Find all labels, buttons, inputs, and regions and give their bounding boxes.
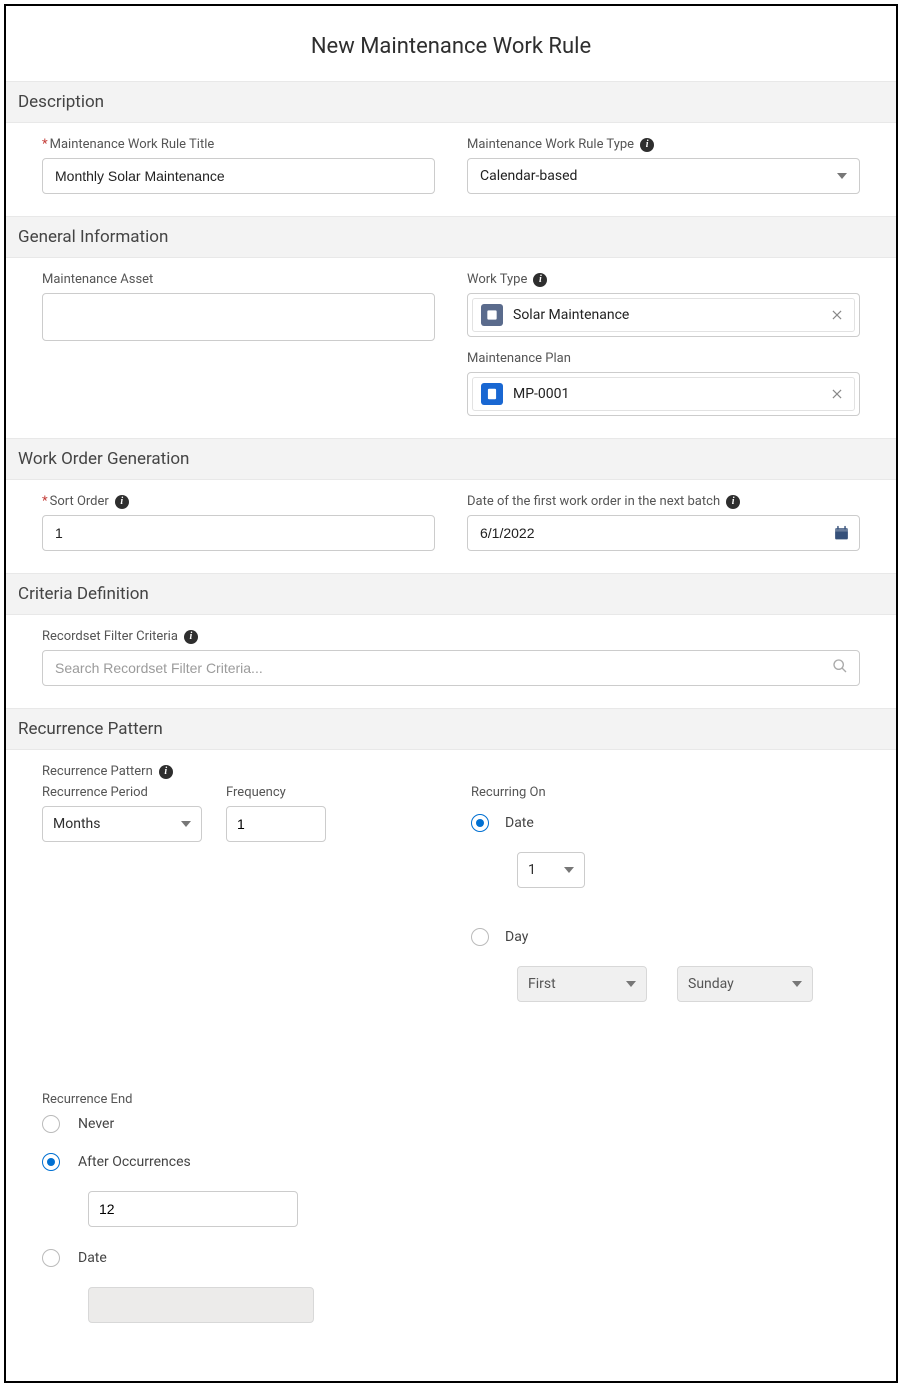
period-label: Recurrence Period bbox=[42, 785, 202, 800]
recurring-on-label: Recurring On bbox=[471, 785, 860, 800]
sortorder-input[interactable] bbox=[42, 515, 435, 551]
worktype-lookup[interactable]: Solar Maintenance bbox=[467, 293, 860, 337]
recurrence-end-label: Recurrence End bbox=[42, 1092, 860, 1107]
recurring-date-radio[interactable] bbox=[471, 814, 489, 832]
section-description-header: Description bbox=[6, 81, 896, 123]
recurring-day-label: Day bbox=[505, 929, 528, 945]
info-icon[interactable]: i bbox=[159, 765, 173, 779]
chevron-down-icon bbox=[792, 981, 802, 987]
recordset-search-input[interactable] bbox=[42, 650, 860, 686]
chevron-down-icon bbox=[564, 867, 574, 873]
sortorder-label: *Sort Order i bbox=[42, 494, 435, 509]
info-icon[interactable]: i bbox=[640, 138, 654, 152]
search-icon bbox=[832, 658, 848, 678]
section-recurrence-header: Recurrence Pattern bbox=[6, 708, 896, 750]
type-select[interactable]: Calendar-based bbox=[467, 158, 860, 194]
end-after-radio[interactable] bbox=[42, 1153, 60, 1171]
title-input[interactable] bbox=[42, 158, 435, 194]
recurrence-pattern-label: Recurrence Pattern i bbox=[42, 764, 860, 779]
recurring-day-radio[interactable] bbox=[471, 928, 489, 946]
section-general-header: General Information bbox=[6, 216, 896, 258]
firstdate-label: Date of the first work order in the next… bbox=[467, 494, 860, 509]
firstdate-input[interactable] bbox=[467, 515, 860, 551]
section-criteria-header: Criteria Definition bbox=[6, 573, 896, 615]
recurring-date-label: Date bbox=[505, 815, 534, 831]
remove-icon[interactable] bbox=[828, 306, 846, 324]
worktype-icon bbox=[481, 304, 503, 326]
end-after-label: After Occurrences bbox=[78, 1154, 191, 1170]
title-label: *Maintenance Work Rule Title bbox=[42, 137, 435, 152]
frequency-label: Frequency bbox=[226, 785, 326, 800]
end-date-radio[interactable] bbox=[42, 1249, 60, 1267]
calendar-icon[interactable] bbox=[833, 525, 850, 542]
worktype-label: Work Type i bbox=[467, 272, 860, 287]
page-title: New Maintenance Work Rule bbox=[6, 6, 896, 81]
plan-lookup[interactable]: MP-0001 bbox=[467, 372, 860, 416]
end-date-label: Date bbox=[78, 1250, 107, 1266]
info-icon[interactable]: i bbox=[184, 630, 198, 644]
section-workorder-header: Work Order Generation bbox=[6, 438, 896, 480]
type-label: Maintenance Work Rule Type i bbox=[467, 137, 860, 152]
plan-icon bbox=[481, 383, 503, 405]
plan-value: MP-0001 bbox=[513, 386, 818, 402]
chevron-down-icon bbox=[181, 821, 191, 827]
recordset-label: Recordset Filter Criteria i bbox=[42, 629, 860, 644]
period-select[interactable]: Months bbox=[42, 806, 202, 842]
recurring-date-select[interactable]: 1 bbox=[517, 852, 585, 888]
info-icon[interactable]: i bbox=[726, 495, 740, 509]
end-date-input[interactable] bbox=[88, 1287, 314, 1323]
info-icon[interactable]: i bbox=[115, 495, 129, 509]
remove-icon[interactable] bbox=[828, 385, 846, 403]
asset-label: Maintenance Asset bbox=[42, 272, 435, 287]
end-after-input[interactable] bbox=[88, 1191, 298, 1227]
frequency-input[interactable] bbox=[226, 806, 326, 842]
chevron-down-icon bbox=[626, 981, 636, 987]
asset-input[interactable] bbox=[42, 293, 435, 341]
day-ordinal-select[interactable]: First bbox=[517, 966, 647, 1002]
info-icon[interactable]: i bbox=[533, 273, 547, 287]
end-never-label: Never bbox=[78, 1116, 114, 1132]
worktype-value: Solar Maintenance bbox=[513, 307, 818, 323]
plan-label: Maintenance Plan bbox=[467, 351, 860, 366]
day-name-select[interactable]: Sunday bbox=[677, 966, 813, 1002]
chevron-down-icon bbox=[837, 173, 847, 179]
end-never-radio[interactable] bbox=[42, 1115, 60, 1133]
